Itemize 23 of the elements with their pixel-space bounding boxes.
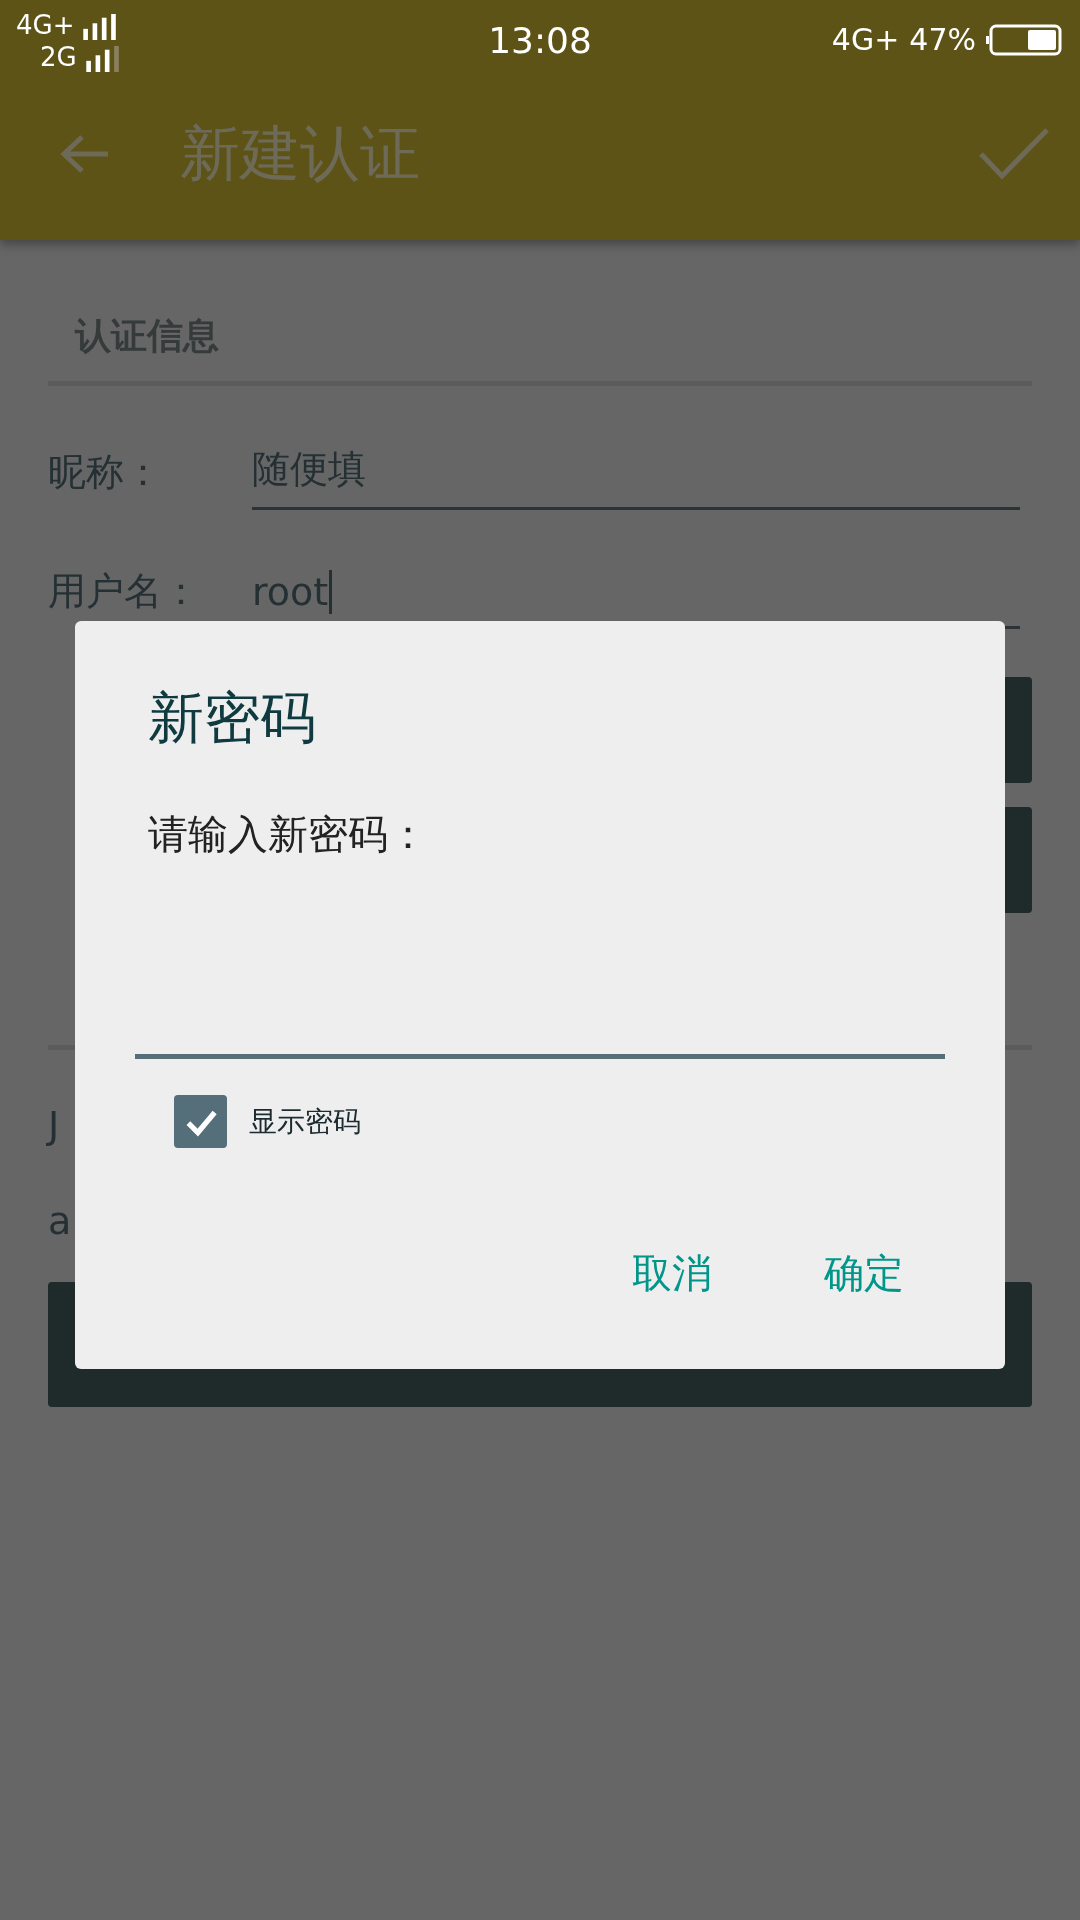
dialog-message: 请输入新密码： [148,810,428,859]
back-arrow-icon[interactable] [60,134,110,174]
note-text: J [48,1104,60,1146]
battery-icon [986,24,1062,56]
signal-icon [84,46,121,72]
dialog-title: 新密码 [148,684,316,752]
note-text: a [48,1200,72,1242]
checkbox[interactable] [174,1095,227,1148]
dialog-button[interactable]: 确定 [808,1238,920,1309]
battery-percent: 47% [909,25,976,55]
checkbox-label: 显示密码 [249,1103,361,1140]
screen-title: 新建认证 [180,116,421,190]
field-label: 昵称： [48,449,163,496]
field-label: 用户名： [48,568,201,615]
network-label: 2G [40,42,77,72]
dialog-button[interactable]: 取消 [616,1238,728,1309]
input-field[interactable]: 随便填 [252,444,1020,510]
signal-icon [82,14,119,40]
network-label: 4G+ [16,10,75,40]
clock: 13:08 [488,19,592,61]
password-field[interactable] [135,1054,945,1059]
check-icon[interactable] [978,126,1050,182]
network-label: 4G+ [831,25,900,55]
